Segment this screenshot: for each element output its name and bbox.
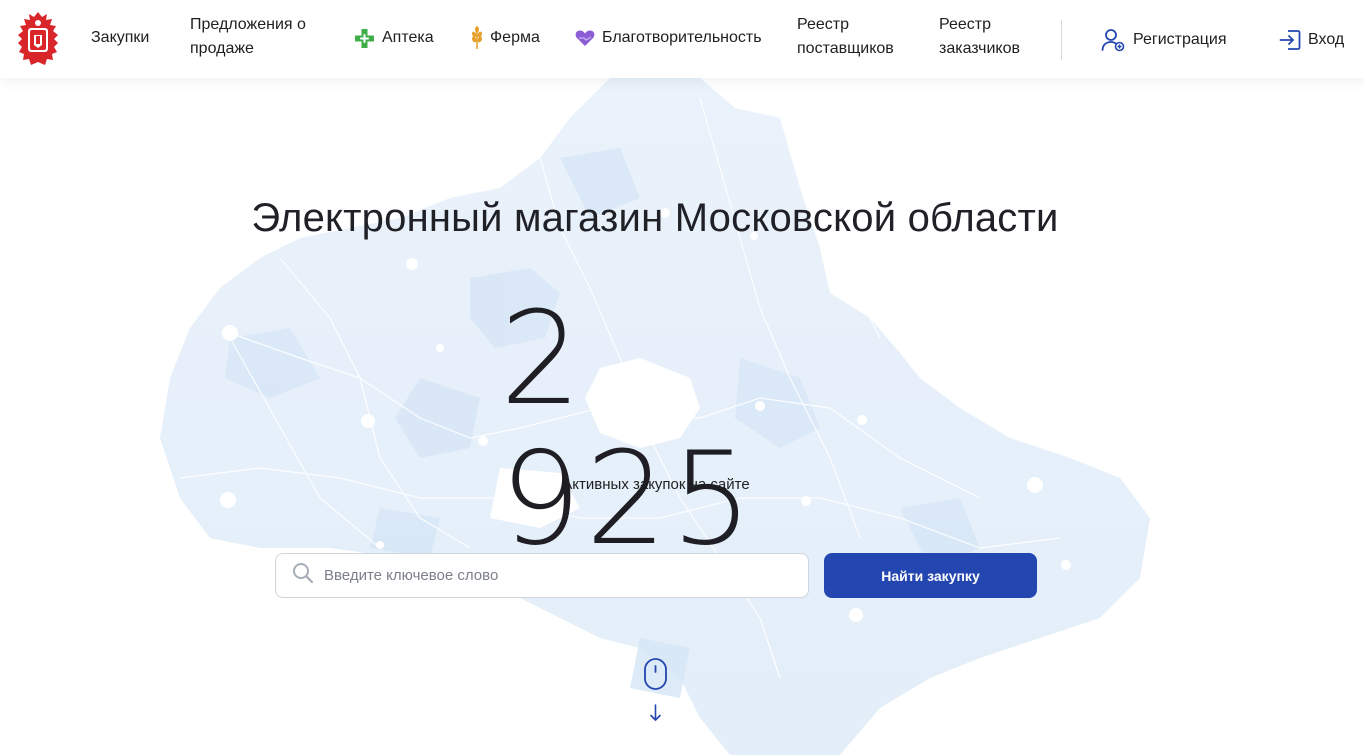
nav-customers-line1: Реестр bbox=[939, 16, 991, 33]
mouse-icon bbox=[644, 658, 667, 690]
nav-charity[interactable]: Благотворительность bbox=[575, 26, 762, 50]
page-title: Электронный магазин Московской области bbox=[251, 196, 1059, 240]
nav-suppliers-registry[interactable]: Реестр поставщиков bbox=[797, 13, 894, 61]
active-purchases-counter: 2 925 bbox=[500, 285, 757, 574]
registration-label: Регистрация bbox=[1133, 31, 1227, 48]
pharmacy-cross-icon bbox=[354, 28, 375, 49]
find-purchase-button[interactable]: Найти закупку bbox=[824, 553, 1037, 598]
moscow-region-coat-of-arms-icon[interactable] bbox=[16, 10, 60, 68]
nav-customers-registry[interactable]: Реестр заказчиков bbox=[939, 13, 1020, 61]
login-arrow-icon bbox=[1279, 29, 1301, 51]
nav-purchases[interactable]: Закупки bbox=[91, 26, 149, 50]
registration-link[interactable]: Регистрация bbox=[1101, 28, 1227, 52]
scroll-down-hint[interactable] bbox=[643, 657, 669, 725]
arrow-down-icon bbox=[650, 704, 661, 721]
nav-suppliers-line1: Реестр bbox=[797, 16, 849, 33]
nav-purchases-label: Закупки bbox=[91, 29, 150, 46]
search-box bbox=[275, 553, 809, 598]
wheat-icon bbox=[471, 26, 483, 50]
nav-farm-label: Ферма bbox=[490, 29, 540, 46]
nav-sale-offers-line1: Предложения о bbox=[190, 16, 306, 33]
search-input[interactable] bbox=[324, 567, 794, 584]
counter-caption: Активных закупок на сайте bbox=[562, 476, 750, 493]
header-divider bbox=[1061, 20, 1062, 60]
nav-pharmacy[interactable]: Аптека bbox=[354, 26, 434, 50]
nav-sale-offers[interactable]: Предложения о продаже bbox=[190, 13, 306, 61]
search-icon bbox=[292, 562, 314, 589]
nav-sale-offers-line2: продаже bbox=[190, 40, 254, 57]
nav-charity-label: Благотворительность bbox=[602, 29, 762, 46]
nav-pharmacy-label: Аптека bbox=[382, 29, 434, 46]
top-navigation-bar: Закупки Предложения о продаже Аптека Фер… bbox=[0, 0, 1365, 78]
nav-farm[interactable]: Ферма bbox=[471, 26, 540, 50]
user-add-icon bbox=[1101, 28, 1126, 52]
login-label: Вход bbox=[1308, 31, 1345, 48]
nav-customers-line2: заказчиков bbox=[939, 40, 1020, 57]
nav-suppliers-line2: поставщиков bbox=[797, 40, 894, 57]
heart-hands-icon bbox=[575, 29, 595, 47]
login-link[interactable]: Вход bbox=[1279, 28, 1344, 52]
